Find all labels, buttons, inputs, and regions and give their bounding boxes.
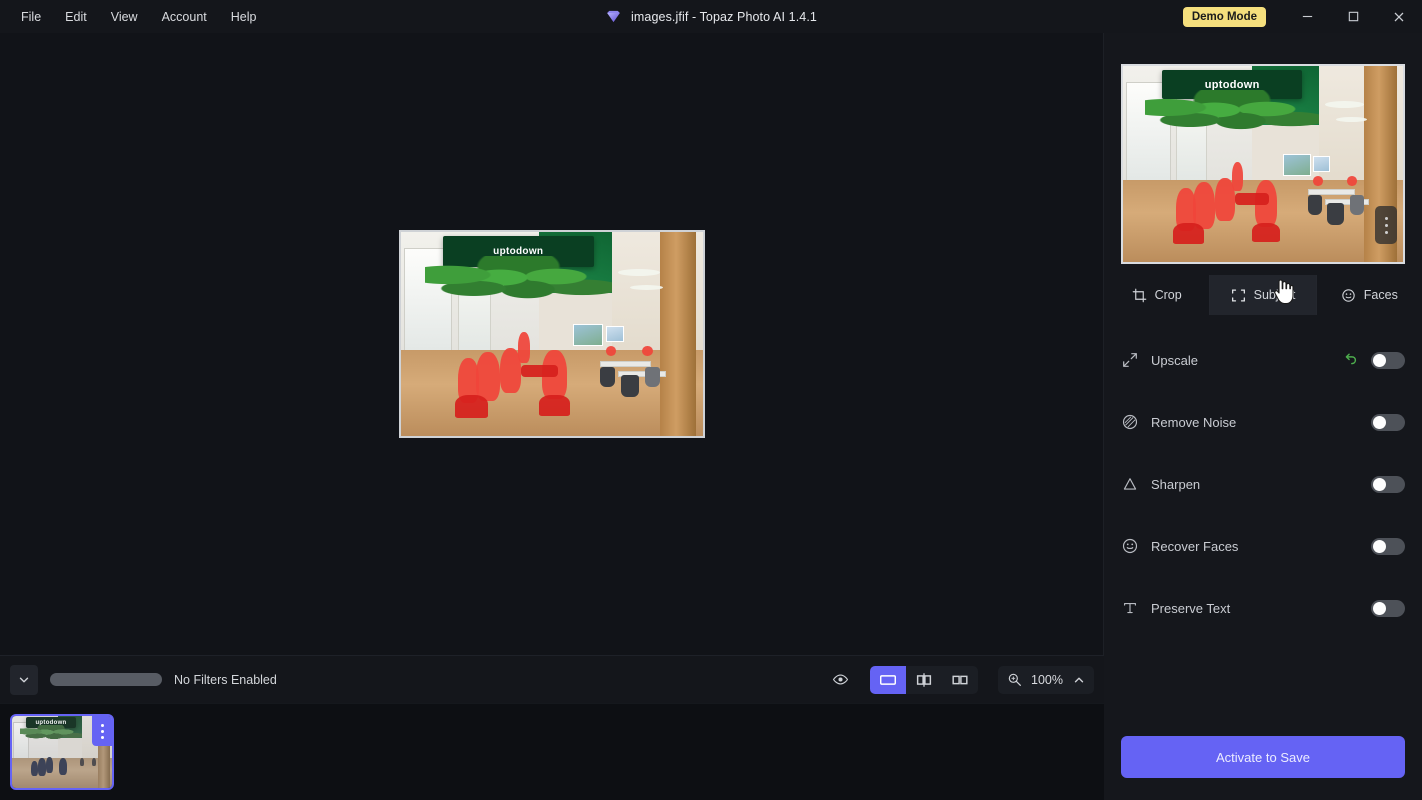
more-vertical-icon xyxy=(1384,230,1388,234)
close-button[interactable] xyxy=(1376,0,1422,33)
gem-icon xyxy=(605,8,622,25)
view-mode-dual[interactable] xyxy=(942,666,978,694)
menu-item-view[interactable]: View xyxy=(100,5,149,29)
filter-label-preserve-text: Preserve Text xyxy=(1151,600,1231,616)
canvas-image[interactable]: uptodown xyxy=(398,230,705,438)
menu-item-edit[interactable]: Edit xyxy=(54,5,98,29)
preview-eye-button[interactable] xyxy=(822,666,858,694)
noise-circle-icon xyxy=(1121,413,1151,431)
menu-item-help[interactable]: Help xyxy=(220,5,268,29)
filter-status-text: No Filters Enabled xyxy=(174,672,277,687)
more-vertical-icon xyxy=(1384,216,1388,220)
tab-faces-label: Faces xyxy=(1363,288,1398,302)
zoom-level-value: 100% xyxy=(1031,672,1063,687)
dual-pane-icon xyxy=(952,675,968,684)
single-pane-icon xyxy=(880,674,896,685)
more-vertical-icon xyxy=(100,723,104,727)
zoom-magnifier-icon xyxy=(1008,673,1021,686)
sign-text: uptodown xyxy=(493,245,544,257)
topaz-photo-ai-window: File Edit View Account Help images.jfif … xyxy=(0,0,1422,800)
title-bar: File Edit View Account Help images.jfif … xyxy=(0,0,1422,33)
preview-thumbnail[interactable]: uptodown xyxy=(1121,64,1405,264)
tab-crop[interactable]: Crop xyxy=(1104,275,1211,315)
eye-icon xyxy=(832,674,848,685)
activate-to-save-button[interactable]: Activate to Save xyxy=(1121,736,1405,778)
tab-subject[interactable]: Subject xyxy=(1210,275,1317,315)
reset-upscale-button[interactable] xyxy=(1341,351,1359,369)
preview-menu-button[interactable] xyxy=(1375,206,1397,244)
chevron-up-icon xyxy=(1074,677,1084,682)
text-t-icon xyxy=(1121,599,1151,617)
office-photo: uptodown xyxy=(400,232,703,436)
more-vertical-icon xyxy=(1384,223,1388,227)
maximize-button[interactable] xyxy=(1330,0,1376,33)
filter-label-remove-noise: Remove Noise xyxy=(1151,414,1237,430)
filter-progress-bar xyxy=(50,673,162,686)
subject-select-icon xyxy=(1231,289,1245,301)
image-canvas[interactable]: uptodown xyxy=(0,33,1104,655)
view-mode-split[interactable] xyxy=(906,666,942,694)
app-body: uptodown No Filters Enabled 100% uptodow… xyxy=(0,33,1422,800)
menu-item-file[interactable]: File xyxy=(10,5,52,29)
crop-icon xyxy=(1132,288,1146,302)
filter-list: Upscale Remove Noise Sharpen Recover Fac… xyxy=(1104,315,1422,639)
close-icon xyxy=(1394,12,1404,21)
filter-row-upscale[interactable]: Upscale xyxy=(1121,329,1405,391)
toggle-sharpen[interactable] xyxy=(1371,475,1405,493)
demo-mode-badge[interactable]: Demo Mode xyxy=(1182,6,1266,27)
thumbnail-menu-button[interactable] xyxy=(92,716,112,746)
maximize-icon xyxy=(1348,11,1358,22)
toggle-preserve-text[interactable] xyxy=(1371,599,1405,617)
editor-area: uptodown No Filters Enabled 100% uptodow… xyxy=(0,33,1104,800)
menu-bar: File Edit View Account Help xyxy=(0,5,267,29)
more-vertical-icon xyxy=(100,729,104,733)
panel-spacer xyxy=(1104,639,1422,736)
window-title: images.jfif - Topaz Photo AI 1.4.1 xyxy=(631,9,817,24)
window-controls: Demo Mode xyxy=(1182,0,1422,33)
preview-photo: uptodown xyxy=(1123,66,1403,262)
face-smile-icon xyxy=(1342,288,1355,302)
filter-row-preserve-text[interactable]: Preserve Text xyxy=(1121,577,1405,639)
tab-subject-label: Subject xyxy=(1253,288,1296,302)
menu-item-account[interactable]: Account xyxy=(151,5,218,29)
filter-label-sharpen: Sharpen xyxy=(1151,476,1201,492)
filter-label-recover-faces: Recover Faces xyxy=(1151,538,1239,554)
toggle-remove-noise[interactable] xyxy=(1371,413,1405,431)
filmstrip-thumbnail[interactable]: uptodown xyxy=(10,714,114,790)
minimize-button[interactable] xyxy=(1284,0,1330,33)
filter-label-upscale: Upscale xyxy=(1151,352,1198,368)
settings-panel: uptodown Crop Subject Faces Upscale Remo… xyxy=(1104,33,1422,800)
undo-arrow-icon xyxy=(1345,353,1357,365)
filter-row-recover-faces[interactable]: Recover Faces xyxy=(1121,515,1405,577)
face-smile-icon xyxy=(1121,537,1151,555)
tab-crop-label: Crop xyxy=(1154,288,1182,302)
collapse-filters-button[interactable] xyxy=(10,664,38,695)
more-vertical-icon xyxy=(100,735,104,739)
minimize-icon xyxy=(1302,15,1312,18)
view-mode-single[interactable] xyxy=(870,665,906,694)
filter-row-remove-noise[interactable]: Remove Noise xyxy=(1121,391,1405,453)
filmstrip: uptodown xyxy=(0,703,1104,800)
view-mode-group xyxy=(870,665,978,694)
chevron-down-icon xyxy=(19,677,29,682)
toggle-upscale[interactable] xyxy=(1371,351,1405,369)
selection-tabs: Crop Subject Faces xyxy=(1104,275,1422,315)
bottom-toolbar: No Filters Enabled 100% xyxy=(0,655,1104,703)
filter-row-sharpen[interactable]: Sharpen xyxy=(1121,453,1405,515)
zoom-control[interactable]: 100% xyxy=(998,665,1094,694)
triangle-icon xyxy=(1121,475,1151,493)
tab-faces[interactable]: Faces xyxy=(1317,275,1422,315)
toggle-recover-faces[interactable] xyxy=(1371,537,1405,555)
split-pane-icon xyxy=(916,672,932,687)
expand-diagonal-icon xyxy=(1121,351,1151,369)
